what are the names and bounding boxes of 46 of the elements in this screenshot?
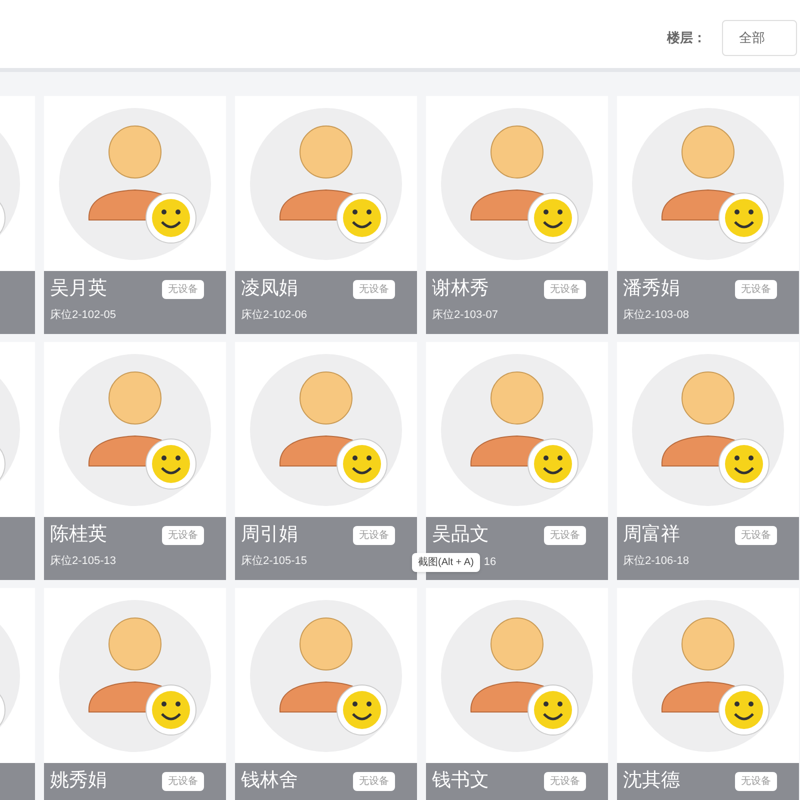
filter-select[interactable]: 全部 [722,20,797,56]
bed-number: 16 [484,554,496,570]
resident-card[interactable]: 陈桂英 无设备 床位2-105-13 [44,342,226,580]
device-status: 无设备 [162,772,204,791]
bed-number: 床位2-106-18 [623,554,690,568]
resident-name: 沈其德 [623,769,680,793]
device-status: 无设备 [162,526,204,545]
resident-card[interactable]: 周引娟 无设备 床位2-105-15 [235,342,417,580]
resident-card[interactable]: 钱书文 无设备 [426,588,608,800]
resident-name: 谢林秀 [432,277,489,301]
device-status: 无设备 [353,280,395,299]
bed-number: 床位2-105-13 [50,554,116,568]
resident-card[interactable]: 凌凤娟 无设备 床位2-102-06 [235,96,417,334]
device-status: 无设备 [162,280,204,299]
resident-card[interactable]: 沈其德 无设备 [617,588,799,800]
bed-number: 床位2-103-07 [432,308,498,322]
resident-name: 钱林舍 [241,769,298,793]
bed-number: 床位2-102-06 [241,308,308,322]
resident-name: 周引娟 [241,523,298,547]
resident-card[interactable]: 周富祥 无设备 床位2-106-18 [617,342,799,580]
bed-number: 床位2-105-15 [241,554,308,568]
device-status: 无设备 [544,772,586,791]
bed-number: 床位2-103-08 [623,308,690,322]
resident-name: 钱书文 [432,769,489,793]
resident-name: 凌凤娟 [241,277,298,301]
device-status: 无设备 [735,526,777,545]
resident-card[interactable]: 吴月英 无设备 床位2-102-05 [44,96,226,334]
device-status: 无设备 [544,526,586,545]
resident-card[interactable]: 潘秀娟 无设备 床位2-103-08 [617,96,799,334]
device-status: 无设备 [353,526,395,545]
resident-name: 陈桂英 [50,523,107,547]
resident-name: 吴月英 [50,277,107,301]
resident-name: 潘秀娟 [623,277,680,301]
device-status: 无设备 [735,280,777,299]
tooltip: 截图(Alt + A) [412,552,480,572]
resident-name: 周富祥 [623,523,680,547]
resident-name: 姚秀娟 [50,769,107,793]
filter-label: 楼层： [667,29,706,48]
resident-card[interactable]: 钱林舍 无设备 [235,588,417,800]
device-status: 无设备 [353,772,395,791]
device-status: 无设备 [544,280,586,299]
resident-name: 吴品文 [432,523,489,547]
bed-number: 床位2-102-05 [50,308,116,322]
resident-card[interactable]: 谢林秀 无设备 床位2-103-07 [426,96,608,334]
device-status: 无设备 [735,772,777,791]
resident-card[interactable]: 姚秀娟 无设备 [44,588,226,800]
